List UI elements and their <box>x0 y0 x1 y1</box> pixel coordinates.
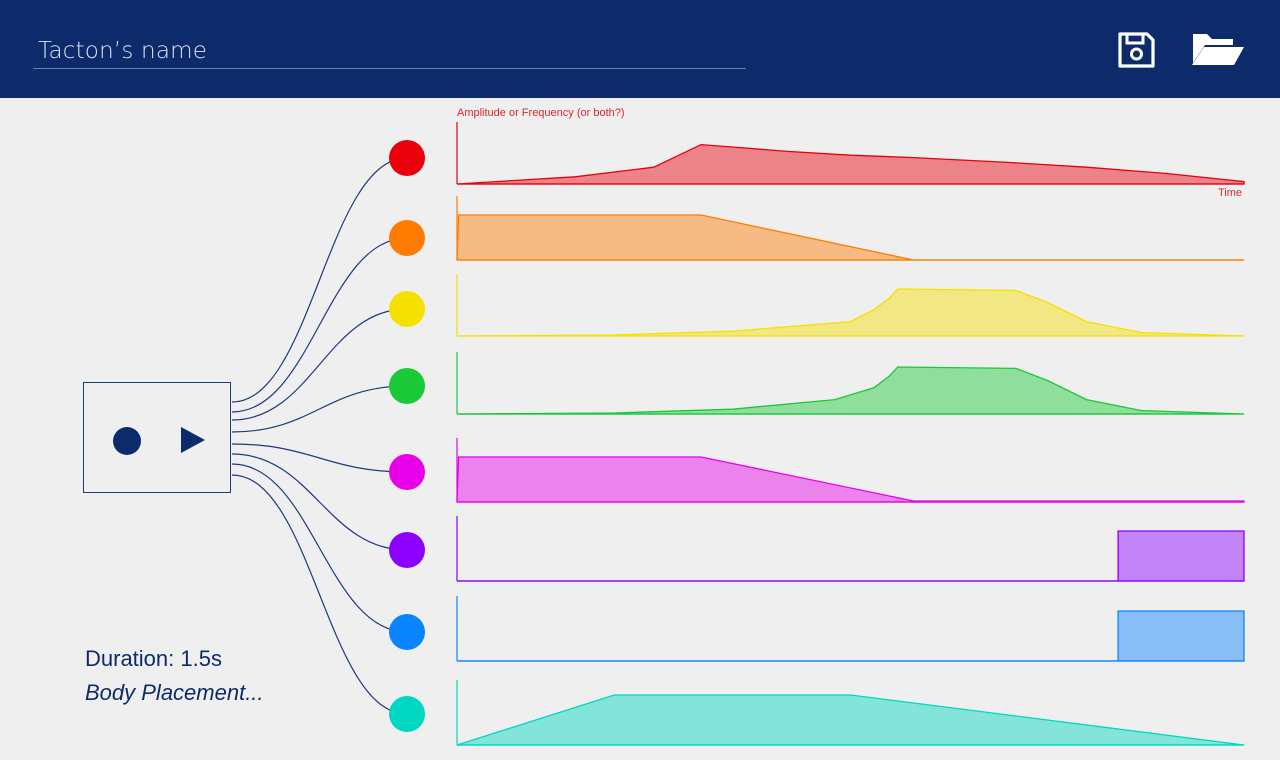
actuator-dot[interactable] <box>389 140 425 176</box>
tacton-name-placeholder: Tacton’s name <box>38 38 208 64</box>
channel-envelope[interactable] <box>456 288 1245 337</box>
channel-envelope[interactable] <box>456 366 1245 415</box>
top-bar: Tacton’s name <box>0 0 1280 98</box>
channel-envelope[interactable] <box>456 694 1245 746</box>
actuator-dot[interactable] <box>389 614 425 650</box>
y-axis-label: Amplitude or Frequency (or both?) <box>457 107 625 119</box>
actuator-dot[interactable] <box>389 368 425 404</box>
channel-envelope[interactable] <box>456 214 1244 261</box>
connector-line <box>231 385 408 433</box>
device-panel <box>83 382 231 493</box>
duration-text: Duration: 1.5s <box>85 646 222 671</box>
channel-envelope[interactable] <box>456 456 1245 503</box>
connector-line <box>231 237 408 413</box>
connector-line <box>231 453 408 551</box>
body-placement-link[interactable]: Body Placement... <box>85 680 264 706</box>
actuator-dot[interactable] <box>389 291 425 327</box>
channel-envelope[interactable] <box>456 143 1245 185</box>
record-icon[interactable] <box>113 427 141 455</box>
folder-open-icon[interactable] <box>1190 31 1246 69</box>
actuator-dot[interactable] <box>389 220 425 256</box>
actuator-dot[interactable] <box>389 454 425 490</box>
save-icon[interactable] <box>1116 30 1156 70</box>
play-icon[interactable] <box>181 427 205 453</box>
channel-envelope[interactable] <box>457 530 1245 582</box>
actuator-dot[interactable] <box>389 532 425 568</box>
actuator-dot[interactable] <box>389 696 425 732</box>
x-axis-label: Time <box>1218 187 1243 199</box>
connector-line <box>231 474 408 715</box>
tacton-name-input[interactable]: Tacton’s name <box>33 36 746 69</box>
channel-envelope[interactable] <box>457 610 1245 662</box>
connector-line <box>231 463 408 633</box>
